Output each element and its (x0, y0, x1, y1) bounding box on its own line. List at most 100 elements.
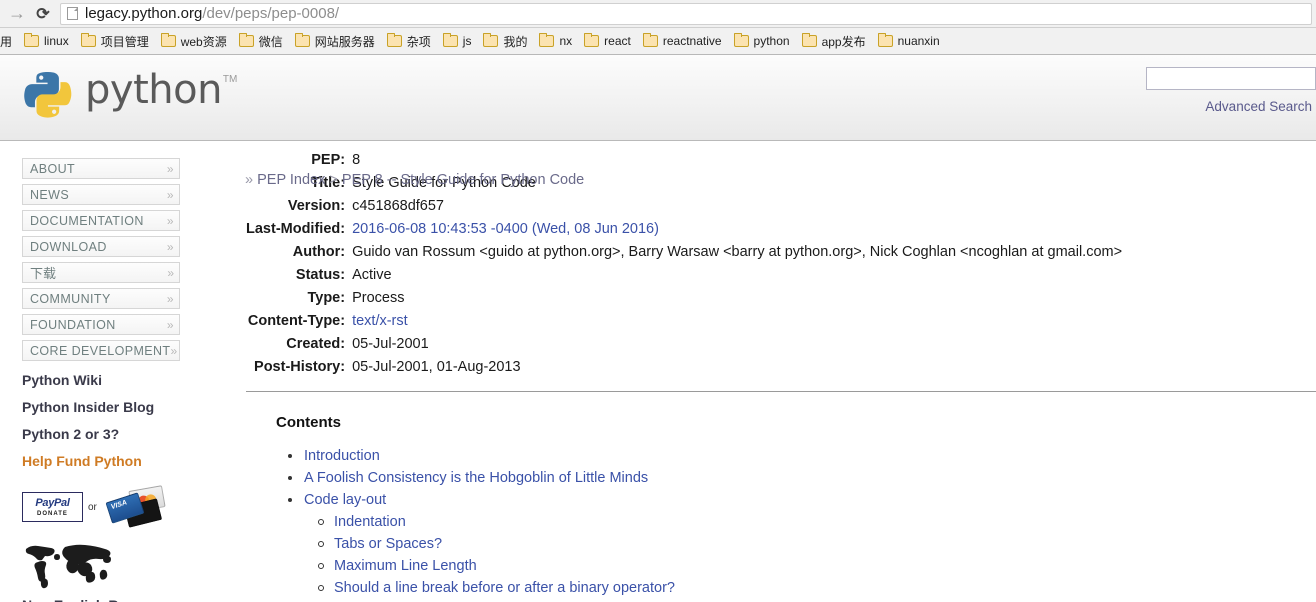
sidebar-item-community[interactable]: COMMUNITY» (22, 288, 180, 309)
toc-item: A Foolish Consistency is the Hobgoblin o… (276, 467, 1316, 489)
bookmark-item[interactable]: 网站服务器 (289, 31, 381, 52)
toc-link[interactable]: Code lay-out (304, 492, 386, 509)
pep-header-row: Content-Type:text/x-rst (246, 310, 1122, 333)
pep-header-value: Process (352, 287, 1122, 310)
pep-header-key: Version: (246, 195, 352, 218)
non-english-resources-link[interactable]: Non-English Resources (22, 597, 200, 602)
bookmark-item[interactable]: 我的 (477, 31, 533, 52)
table-of-contents: Introduction A Foolish Consistency is the… (276, 445, 1316, 602)
breadcrumb-pep-index-link[interactable]: PEP Index (257, 172, 325, 188)
browser-toolbar: → ⟳ legacy.python.org/dev/peps/pep-0008/ (0, 0, 1316, 28)
bookmark-item[interactable]: 用 (0, 31, 18, 52)
bookmark-item[interactable]: react (578, 31, 637, 52)
bookmark-label: app发布 (822, 33, 866, 50)
folder-icon (878, 35, 893, 47)
pep-header-value: Active (352, 264, 1122, 287)
sidebar-item-foundation[interactable]: FOUNDATION» (22, 314, 180, 335)
bookmark-item[interactable]: linux (18, 31, 75, 52)
world-map-link[interactable] (22, 541, 122, 589)
folder-icon (643, 35, 658, 47)
advanced-search-link[interactable]: Advanced Search (1205, 99, 1312, 114)
bookmark-label: 网站服务器 (315, 33, 375, 50)
pep-header-key: Post-History: (246, 356, 352, 379)
folder-icon (443, 35, 458, 47)
folder-icon (81, 35, 96, 47)
folder-icon (24, 35, 39, 47)
pep-header-value: 2016-06-08 10:43:53 -0400 (Wed, 08 Jun 2… (352, 218, 1122, 241)
search-input[interactable] (1146, 67, 1316, 90)
bookmark-item[interactable]: nuanxin (872, 31, 946, 52)
address-bar[interactable]: legacy.python.org/dev/peps/pep-0008/ (60, 3, 1312, 25)
sidebar-item-下载[interactable]: 下载» (22, 262, 180, 283)
toc-link[interactable]: A Foolish Consistency is the Hobgoblin o… (304, 470, 648, 487)
bookmark-item[interactable]: web资源 (155, 31, 233, 52)
reload-icon[interactable]: ⟳ (30, 1, 56, 27)
folder-icon (802, 35, 817, 47)
python-wordmark: python (85, 68, 222, 112)
pep-header-row: Author:Guido van Rossum <guido at python… (246, 241, 1122, 264)
toc-sublink[interactable]: Maximum Line Length (334, 558, 477, 575)
url-text: legacy.python.org/dev/peps/pep-0008/ (85, 4, 339, 24)
pep-header-value-link[interactable]: text/x-rst (352, 313, 408, 329)
web-page: python TM Advanced Search » PEP Index > … (0, 55, 1316, 602)
body-area: ABOUT»NEWS»DOCUMENTATION»DOWNLOAD»下载»COM… (0, 141, 1316, 602)
bookmark-item[interactable]: 杂项 (381, 31, 437, 52)
toc-sublink[interactable]: Should a line break before or after a bi… (334, 580, 675, 597)
bookmark-label: nx (559, 34, 572, 48)
bookmark-label: reactnative (663, 34, 722, 48)
sidebar-link[interactable]: Python Wiki (22, 372, 200, 388)
chevron-right-icon: » (167, 318, 174, 332)
pep-header-key: PEP: (246, 149, 352, 172)
chevron-right-icon: » (167, 292, 174, 306)
bookmark-label: nuanxin (898, 34, 940, 48)
bookmark-item[interactable]: nx (533, 31, 578, 52)
sidebar-item-documentation[interactable]: DOCUMENTATION» (22, 210, 180, 231)
folder-icon (161, 35, 176, 47)
url-host: legacy.python.org (85, 5, 202, 22)
donate-row[interactable]: PayPal DONATE or (22, 486, 200, 528)
pep-header-value: 05-Jul-2001 (352, 333, 1122, 356)
bookmark-label: web资源 (181, 33, 227, 50)
bookmark-item[interactable]: reactnative (637, 31, 728, 52)
sidebar-item-core-development[interactable]: CORE DEVELOPMENT» (22, 340, 180, 361)
sidebar-item-about[interactable]: ABOUT» (22, 158, 180, 179)
sidebar: ABOUT»NEWS»DOCUMENTATION»DOWNLOAD»下载»COM… (0, 141, 200, 602)
sidebar-item-label: NEWS (30, 188, 69, 202)
bookmark-item[interactable]: 微信 (233, 31, 289, 52)
toc-sublink[interactable]: Indentation (334, 514, 406, 531)
main-content: PEP:8Title:Style Guide for Python CodeVe… (222, 141, 1316, 602)
bookmark-label: js (463, 34, 472, 48)
chevron-right-icon: » (167, 162, 174, 176)
forward-arrow-icon[interactable]: → (4, 1, 30, 27)
toc-link[interactable]: Introduction (304, 448, 380, 465)
paypal-donate-button[interactable]: PayPal DONATE (22, 492, 83, 522)
breadcrumb-prefix: » (245, 172, 253, 188)
folder-icon (239, 35, 254, 47)
bookmark-item[interactable]: js (437, 31, 478, 52)
folder-icon (387, 35, 402, 47)
paypal-label: PayPal (35, 498, 69, 509)
bookmark-label: linux (44, 34, 69, 48)
credit-cards-icon[interactable] (102, 486, 167, 528)
trademark-mark: TM (223, 74, 237, 85)
folder-icon (539, 35, 554, 47)
bookmark-item[interactable]: app发布 (796, 31, 872, 52)
sidebar-item-download[interactable]: DOWNLOAD» (22, 236, 180, 257)
pep-header-value: 8 (352, 149, 1122, 172)
sidebar-link[interactable]: Python 2 or 3? (22, 426, 200, 442)
chevron-right-icon: » (167, 188, 174, 202)
bookmark-item[interactable]: 项目管理 (75, 31, 155, 52)
pep-header-key: Content-Type: (246, 310, 352, 333)
sidebar-link[interactable]: Python Insider Blog (22, 399, 200, 415)
toc-sublink[interactable]: Tabs or Spaces? (334, 536, 442, 553)
toc-subitem: Indentation (304, 511, 1316, 533)
bookmark-item[interactable]: python (728, 31, 796, 52)
sidebar-link[interactable]: Help Fund Python (22, 453, 200, 469)
chevron-right-icon: » (167, 214, 174, 228)
python-logo-block[interactable]: python TM (22, 68, 237, 120)
pep-header-key: Type: (246, 287, 352, 310)
sidebar-item-news[interactable]: NEWS » (22, 184, 180, 205)
paypal-donate-label: DONATE (37, 511, 68, 517)
bookmark-label: 项目管理 (101, 33, 149, 50)
pep-header-value-link[interactable]: 2016-06-08 10:43:53 -0400 (Wed, 08 Jun 2… (352, 221, 659, 237)
